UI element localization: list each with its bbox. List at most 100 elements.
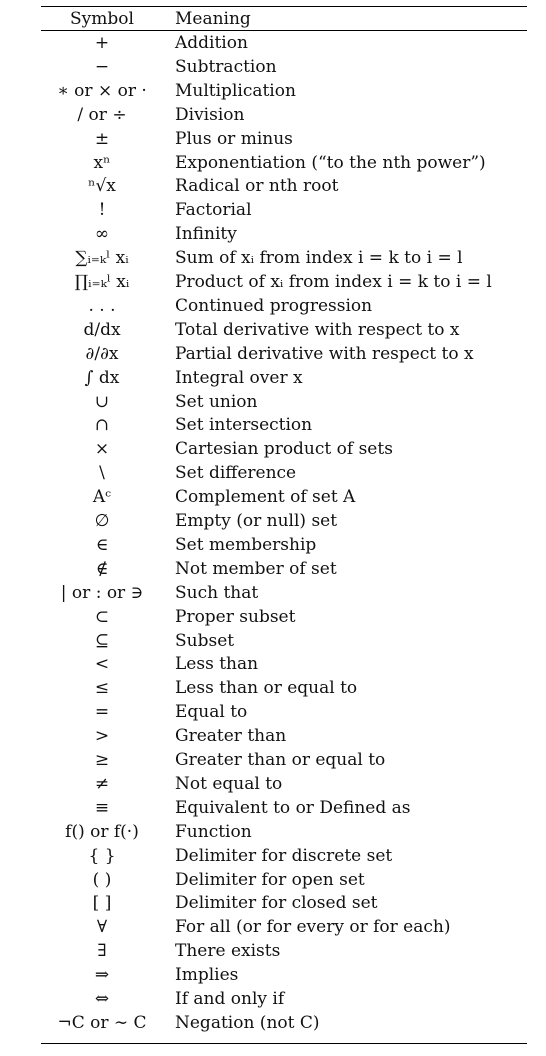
table-row: . . . Continued progression [0, 294, 546, 318]
symbol-cell: ⇒ [94, 965, 110, 986]
table-row: ± Plus or minus [0, 127, 546, 151]
meaning-cell: Implies [175, 965, 239, 986]
meaning-cell: Total derivative with respect to x [175, 319, 460, 340]
meaning-cell: Greater than or equal to [175, 750, 386, 770]
symbol-cell: − [94, 56, 110, 77]
table-row: ∪ Set union [0, 390, 546, 414]
table-row: ≤ Less than or equal to [0, 676, 546, 700]
symbol-cell: d/dx [83, 319, 121, 340]
meaning-cell: Integral over x [175, 367, 303, 388]
symbol-cell: ⊆ [94, 630, 110, 651]
symbol-cell: | or : or ∋ [60, 582, 144, 603]
meaning-cell: Delimiter for discrete set [175, 845, 393, 866]
table-row: ⇔ If and only if [0, 987, 546, 1011]
meaning-cell: Complement of set A [175, 487, 356, 508]
symbol-cell: ≠ [94, 773, 110, 794]
symbol-cell: ≡ [94, 797, 110, 818]
table-row: ∞ Infinity [0, 222, 546, 246]
table-row: ⊆ Subset [0, 629, 546, 653]
meaning-cell: Set membership [175, 534, 317, 555]
meaning-cell: Function [175, 821, 252, 842]
table-row: × Cartesian product of sets [0, 437, 546, 461]
table-row: ≠ Not equal to [0, 772, 546, 796]
meaning-cell: Delimiter for open set [175, 869, 365, 890]
symbol-cell: Aᶜ [92, 487, 112, 508]
meaning-cell: Infinity [175, 224, 237, 245]
table-row: + Addition [0, 31, 546, 55]
meaning-cell: Not member of set [175, 558, 337, 579]
symbol-cell: + [94, 33, 110, 53]
table-row: ≥ Greater than or equal to [0, 748, 546, 772]
table-row: | or : or ∋ Such that [0, 581, 546, 605]
table-row: ( ) Delimiter for open set [0, 868, 546, 892]
table-row: xⁿ Exponentiation (“to the nth power”) [0, 151, 546, 175]
symbol-cell: > [94, 726, 110, 747]
symbol-cell: . . . [88, 295, 116, 316]
symbol-cell: ∪ [94, 391, 110, 412]
symbol-cell: f() or f(·) [65, 821, 139, 842]
table-row: ∩ Set intersection [0, 413, 546, 437]
table-row: { } Delimiter for discrete set [0, 844, 546, 868]
symbol-cell: < [94, 654, 110, 675]
symbol-table: Symbol Meaning + Addition − Subtraction ∗ or… [0, 0, 546, 1056]
table-row: ! Factorial [0, 198, 546, 222]
table-row: ⊂ Proper subset [0, 605, 546, 629]
symbol-cell: ∉ [95, 558, 109, 579]
table-row: ∗ or × or · Multiplication [0, 79, 546, 103]
table-row: ∅ Empty (or null) set [0, 509, 546, 533]
symbol-cell: / or ÷ [77, 104, 127, 125]
meaning-cell: Exponentiation (“to the nth power”) [175, 152, 486, 173]
header-symbol: Symbol [70, 8, 134, 29]
symbol-cell: ∞ [94, 224, 110, 245]
symbol-cell: ! [98, 200, 106, 221]
meaning-cell: Less than [175, 654, 259, 675]
meaning-cell: If and only if [175, 989, 285, 1009]
symbol-cell: ∏ᵢ₌ₖˡ xᵢ [74, 272, 130, 292]
meaning-cell: Negation (not C) [175, 1012, 320, 1033]
table-row: = Equal to [0, 700, 546, 724]
symbol-cell: ⊂ [94, 606, 110, 627]
table-row: ≡ Equivalent to or Defined as [0, 796, 546, 820]
meaning-cell: Subset [175, 630, 235, 651]
meaning-cell: Set intersection [175, 415, 313, 436]
table-row: ∈ Set membership [0, 533, 546, 557]
meaning-cell: There exists [175, 941, 281, 962]
meaning-cell: Less than or equal to [175, 678, 358, 699]
table-row: ⇒ Implies [0, 963, 546, 987]
symbol-cell: ¬C or ∼ C [57, 1012, 147, 1033]
meaning-cell: Such that [175, 582, 259, 603]
table-row: f() or f(·) Function [0, 820, 546, 844]
table-row: ∃ There exists [0, 939, 546, 963]
meaning-cell: Not equal to [175, 773, 283, 794]
meaning-cell: For all (or for every or for each) [175, 917, 451, 938]
symbol-cell: ∗ or × or · [57, 80, 147, 101]
meaning-cell: Factorial [175, 200, 252, 221]
meaning-cell: Empty (or null) set [175, 511, 338, 531]
meaning-cell: Cartesian product of sets [175, 439, 393, 460]
meaning-cell: Set difference [175, 463, 297, 484]
table-row: Aᶜ Complement of set A [0, 485, 546, 509]
symbol-cell: ∫ dx [84, 367, 120, 388]
meaning-cell: Addition [175, 33, 248, 53]
symbol-cell: ⇔ [94, 989, 110, 1009]
symbol-cell: ⁿ√x [88, 176, 116, 197]
meaning-cell: Subtraction [175, 56, 277, 77]
meaning-cell: Continued progression [175, 295, 373, 316]
meaning-cell: Set union [175, 391, 258, 412]
symbol-cell: ∑ᵢ₌ₖˡ xᵢ [75, 248, 129, 269]
table-row: ∏ᵢ₌ₖˡ xᵢ Product of xᵢ from index i = k t… [0, 270, 546, 294]
symbol-cell: ≥ [94, 750, 110, 770]
table-row: / or ÷ Division [0, 103, 546, 127]
table-row: [ ] Delimiter for closed set [0, 891, 546, 915]
table-row: ⁿ√x Radical or nth root [0, 174, 546, 198]
symbol-cell: xⁿ [93, 152, 111, 173]
symbol-cell: = [94, 702, 110, 723]
table-row: ∑ᵢ₌ₖˡ xᵢ Sum of xᵢ from index i = k to i … [0, 246, 546, 270]
table-row: > Greater than [0, 724, 546, 748]
table-row: d/dx Total derivative with respect to x [0, 318, 546, 342]
symbol-cell: ≤ [94, 678, 110, 699]
symbol-cell: ∅ [94, 511, 110, 531]
symbol-cell: [ ] [92, 893, 112, 914]
table-row: ¬C or ∼ C Negation (not C) [0, 1011, 546, 1035]
symbol-cell: ∩ [94, 415, 110, 436]
